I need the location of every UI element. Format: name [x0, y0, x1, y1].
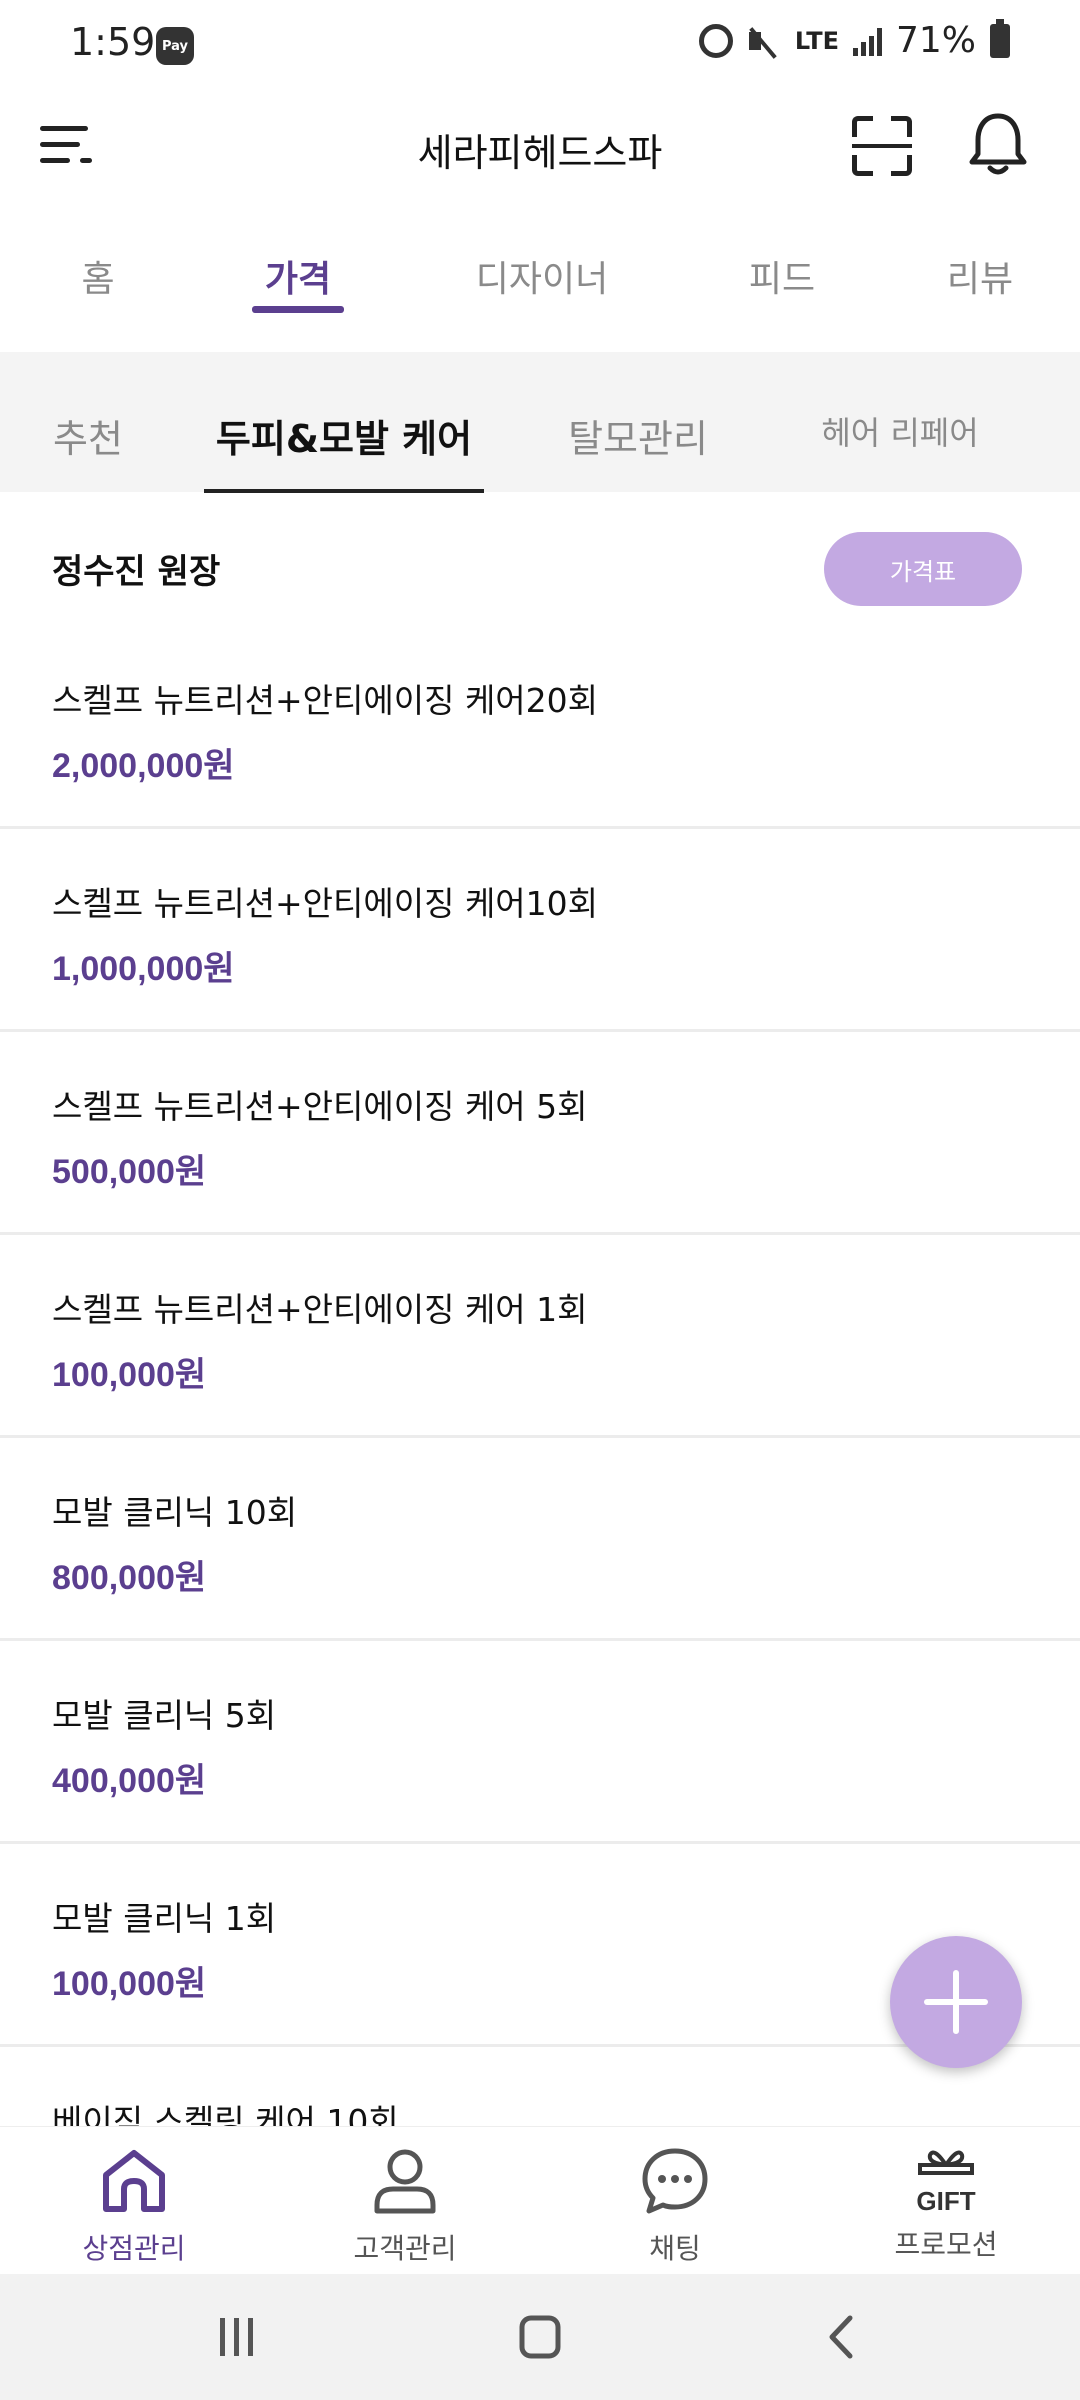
price-item[interactable]: 스켈프 뉴트리션+안티에이징 케어20회 2,000,000원 — [0, 626, 1080, 829]
designer-name: 정수진 원장 — [52, 552, 221, 592]
price-item[interactable]: 스켈프 뉴트리션+안티에이징 케어 1회 100,000원 — [0, 1235, 1080, 1438]
gift-icon: GIFT — [910, 2145, 982, 2217]
nav-promotion[interactable]: GIFT 프로모션 — [846, 2145, 1046, 2270]
subtab-hair-loss[interactable]: 탈모관리 — [568, 408, 708, 463]
item-name: 모발 클리닉 1회 — [52, 1899, 277, 1938]
price-item[interactable]: 모발 클리닉 5회 400,000원 — [0, 1641, 1080, 1844]
item-name: 모발 클리닉 5회 — [52, 1696, 277, 1735]
signal-icon — [852, 26, 882, 56]
item-name: 스켈프 뉴트리션+안티에이징 케어10회 — [52, 884, 599, 923]
subtab-hair-repair[interactable]: 헤어 리페어 — [821, 408, 978, 454]
mute-icon — [747, 24, 781, 58]
page-title: 세라피헤드스파 — [417, 131, 663, 175]
bottom-nav: 상점관리 고객관리 채팅 GIFT 프로모션 — [0, 2126, 1080, 2275]
tab-feed[interactable]: 피드 — [749, 250, 815, 302]
item-price: 100,000원 — [52, 1356, 207, 1394]
item-price: 1,000,000원 — [52, 950, 235, 988]
nav-label: 프로모션 — [894, 2228, 998, 2261]
gift-badge-text: GIFT — [916, 2186, 976, 2216]
battery-percent: 71% — [895, 20, 976, 61]
nav-chat[interactable]: 채팅 — [575, 2145, 775, 2270]
nav-customer-manage[interactable]: 고객관리 — [305, 2145, 505, 2270]
scan-icon[interactable] — [852, 116, 912, 176]
price-item[interactable]: 모발 클리닉 10회 800,000원 — [0, 1438, 1080, 1641]
subtab-recommend[interactable]: 추천 — [53, 408, 123, 463]
alarm-icon — [698, 23, 733, 58]
network-type: LTE — [794, 26, 839, 55]
nav-label: 상점관리 — [82, 2232, 186, 2265]
home-button-icon[interactable] — [510, 2312, 570, 2362]
pay-badge-icon: Pay — [156, 27, 194, 65]
bell-icon[interactable] — [966, 110, 1030, 180]
status-icons: LTE 71% — [698, 18, 1010, 61]
item-price: 500,000원 — [52, 1153, 207, 1191]
status-time: 1:59 — [70, 20, 156, 64]
system-nav-bar — [0, 2274, 1080, 2400]
price-item[interactable]: 스켈프 뉴트리션+안티에이징 케어 5회 500,000원 — [0, 1032, 1080, 1235]
category-tabs: 추천 두피&모발 케어 탈모관리 헤어 리페어 — [0, 352, 1080, 493]
chat-icon — [642, 2148, 708, 2214]
subtab-scalp-hair-care[interactable]: 두피&모발 케어 — [216, 408, 472, 463]
active-tab-indicator — [252, 306, 344, 313]
item-name: 스켈프 뉴트리션+안티에이징 케어 1회 — [52, 1290, 588, 1329]
item-name: 스켈프 뉴트리션+안티에이징 케어20회 — [52, 681, 599, 720]
status-bar: 1:59 Pay LTE 71% — [0, 0, 1080, 90]
tab-designer[interactable]: 디자이너 — [476, 250, 608, 302]
item-price: 800,000원 — [52, 1559, 207, 1597]
tab-home[interactable]: 홈 — [81, 250, 114, 302]
nav-label: 고객관리 — [353, 2232, 457, 2265]
price-item[interactable]: 스켈프 뉴트리션+안티에이징 케어10회 1,000,000원 — [0, 829, 1080, 1032]
nav-label: 채팅 — [649, 2232, 701, 2265]
item-name: 모발 클리닉 10회 — [52, 1493, 298, 1532]
item-name: 스켈프 뉴트리션+안티에이징 케어 5회 — [52, 1087, 588, 1126]
nav-store-manage[interactable]: 상점관리 — [34, 2145, 234, 2270]
back-icon[interactable] — [812, 2312, 872, 2362]
battery-icon — [990, 18, 1010, 58]
add-button[interactable] — [890, 1936, 1022, 2068]
tab-price[interactable]: 가격 — [265, 250, 331, 302]
home-icon — [103, 2150, 165, 2212]
designer-section-header: 정수진 원장 가격표 — [0, 492, 1080, 642]
item-price: 100,000원 — [52, 1965, 207, 2003]
main-tabs: 홈 가격 디자이너 피드 리뷰 — [0, 230, 1080, 340]
item-price: 400,000원 — [52, 1762, 207, 1800]
recent-apps-icon[interactable] — [206, 2312, 266, 2362]
app-header: 세라피헤드스파 — [0, 90, 1080, 200]
item-price: 2,000,000원 — [52, 747, 235, 785]
price-table-button[interactable]: 가격표 — [824, 532, 1022, 606]
tab-review[interactable]: 리뷰 — [947, 250, 1013, 302]
person-icon — [374, 2149, 436, 2214]
